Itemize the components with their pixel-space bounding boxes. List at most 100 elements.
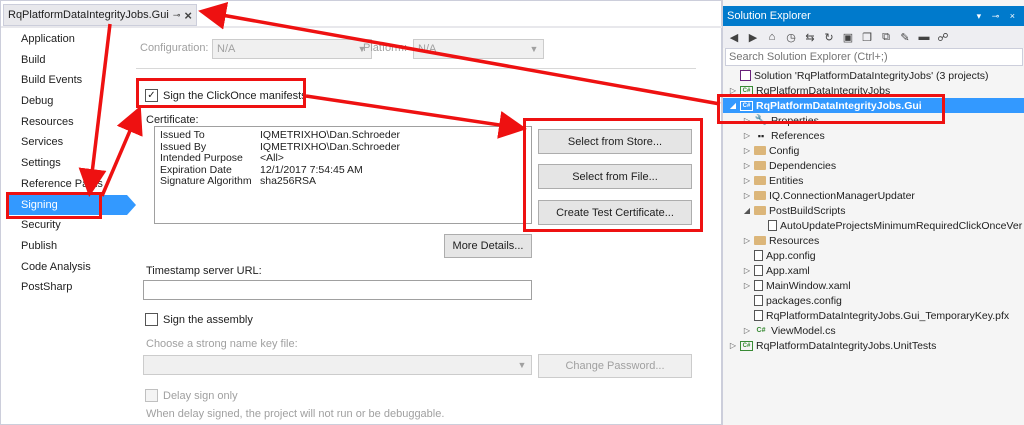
cert-value: sha256RSA xyxy=(260,175,317,187)
certificate-label: Certificate: xyxy=(146,114,199,126)
expander-icon[interactable]: ▷ xyxy=(743,116,751,125)
create-test-certificate-button[interactable]: Create Test Certificate... xyxy=(538,200,692,225)
timestamp-url-input[interactable] xyxy=(143,280,532,300)
nav-item-settings[interactable]: Settings xyxy=(7,153,127,174)
sign-manifests-checkbox[interactable]: ✓ xyxy=(145,89,158,102)
tree-item[interactable]: Solution 'RqPlatformDataIntegrityJobs' (… xyxy=(723,68,1024,83)
tree-item[interactable]: ▷ MainWindow.xaml xyxy=(723,278,1024,293)
delay-sign-row[interactable]: Delay sign only xyxy=(145,389,238,402)
expander-icon[interactable]: ▷ xyxy=(729,86,737,95)
expander-icon[interactable]: ▷ xyxy=(743,191,751,200)
tree-item-label: App.xaml xyxy=(766,264,810,277)
tree-item[interactable]: ▷ C# RqPlatformDataIntegrityJobs.UnitTests xyxy=(723,338,1024,353)
nav-item-services[interactable]: Services xyxy=(7,132,127,153)
document-tab[interactable]: RqPlatformDataIntegrityJobs.Gui ⊸ × xyxy=(3,4,197,26)
tree-item[interactable]: App.config xyxy=(723,248,1024,263)
class-diagram-icon[interactable]: ☍ xyxy=(936,30,950,44)
forward-icon[interactable]: ▶ xyxy=(746,30,760,44)
tree-item-label: Dependencies xyxy=(769,159,837,172)
tab-divider xyxy=(1,26,723,28)
more-details-button[interactable]: More Details... xyxy=(444,234,532,258)
nav-item-reference-paths[interactable]: Reference Paths xyxy=(7,174,127,195)
tree-item[interactable]: ◢ C# RqPlatformDataIntegrityJobs.Gui xyxy=(723,98,1024,113)
tree-item[interactable]: ▷ C# ViewModel.cs xyxy=(723,323,1024,338)
tree-item[interactable]: ▷ Dependencies xyxy=(723,158,1024,173)
expander-icon[interactable]: ▷ xyxy=(743,131,751,140)
sol-icon xyxy=(740,70,751,81)
folder-icon xyxy=(754,206,766,215)
copy-icon[interactable]: ⧉ xyxy=(879,30,893,44)
cert-key: Intended Purpose xyxy=(160,152,243,164)
nav-item-application[interactable]: Application xyxy=(7,29,127,50)
sign-manifests-label: Sign the ClickOnce manifests xyxy=(163,89,307,102)
nav-item-signing[interactable]: Signing xyxy=(7,194,136,216)
tree-item[interactable]: packages.config xyxy=(723,293,1024,308)
change-password-button[interactable]: Change Password... xyxy=(538,354,692,378)
history-icon[interactable]: ◷ xyxy=(784,30,798,44)
cert-key: Issued To xyxy=(160,129,205,141)
tree-item[interactable]: ▷ Entities xyxy=(723,173,1024,188)
proj-icon: C# xyxy=(740,100,753,111)
tree-item[interactable]: ▷ App.xaml xyxy=(723,263,1024,278)
sign-assembly-checkbox[interactable] xyxy=(145,313,158,326)
select-from-file-button[interactable]: Select from File... xyxy=(538,164,692,189)
folder-icon xyxy=(754,161,766,170)
tree-item[interactable]: ▷ Resources xyxy=(723,233,1024,248)
properties-wrench-icon[interactable]: ✎ xyxy=(898,30,912,44)
tree-item-label: Entities xyxy=(769,174,804,187)
tree-item-label: Resources xyxy=(769,234,820,247)
nav-item-security[interactable]: Security xyxy=(7,215,127,236)
sign-assembly-row[interactable]: Sign the assembly xyxy=(145,313,253,326)
expander-icon[interactable]: ▷ xyxy=(743,161,751,170)
expander-icon[interactable]: ▷ xyxy=(743,236,751,245)
tree-item[interactable]: RqPlatformDataIntegrityJobs.Gui_Temporar… xyxy=(723,308,1024,323)
expander-icon[interactable]: ▷ xyxy=(743,326,751,335)
refresh-icon[interactable]: ↻ xyxy=(822,30,836,44)
expander-icon[interactable]: ◢ xyxy=(743,206,751,215)
back-icon[interactable]: ◀ xyxy=(727,30,741,44)
expander-icon[interactable]: ▷ xyxy=(743,146,751,155)
nav-item-code-analysis[interactable]: Code Analysis xyxy=(7,257,127,278)
collapse-all-icon[interactable]: ▣ xyxy=(841,30,855,44)
expander-icon[interactable]: ▷ xyxy=(743,281,751,290)
solution-tree: Solution 'RqPlatformDataIntegrityJobs' (… xyxy=(723,68,1024,353)
sync-icon[interactable]: ⇆ xyxy=(803,30,817,44)
close-icon[interactable]: × xyxy=(184,8,192,23)
folder-icon xyxy=(754,146,766,155)
pin-icon[interactable]: ⊸ xyxy=(173,10,181,21)
nav-item-publish[interactable]: Publish xyxy=(7,236,127,257)
nav-item-build[interactable]: Build xyxy=(7,50,127,71)
solution-explorer-toolbar: ◀ ▶ ⌂ ◷ ⇆ ↻ ▣ ❐ ⧉ ✎ ▬ ☍ xyxy=(723,26,1024,48)
configuration-dropdown[interactable]: N/A ▼ xyxy=(212,39,372,59)
expander-icon[interactable]: ▷ xyxy=(743,176,751,185)
tree-item-label: RqPlatformDataIntegrityJobs.Gui_Temporar… xyxy=(766,309,1010,322)
nav-item-postsharp[interactable]: PostSharp xyxy=(7,277,127,298)
solution-search-input[interactable] xyxy=(725,48,1023,66)
expander-icon[interactable]: ▷ xyxy=(729,341,737,350)
tree-item[interactable]: ▷ C# RqPlatformDataIntegrityJobs xyxy=(723,83,1024,98)
home-icon[interactable]: ⌂ xyxy=(765,30,779,44)
tree-item[interactable]: AutoUpdateProjectsMinimumRequiredClickOn… xyxy=(723,218,1024,233)
nav-item-build-events[interactable]: Build Events xyxy=(7,70,127,91)
sign-manifests-row[interactable]: ✓ Sign the ClickOnce manifests xyxy=(145,89,307,102)
delay-sign-checkbox[interactable] xyxy=(145,389,158,402)
nav-item-debug[interactable]: Debug xyxy=(7,91,127,112)
platform-dropdown[interactable]: N/A ▼ xyxy=(413,39,544,59)
strong-name-key-dropdown[interactable]: ▼ xyxy=(143,355,532,375)
preview-icon[interactable]: ▬ xyxy=(917,30,931,44)
expander-icon[interactable]: ▷ xyxy=(743,266,751,275)
delay-sign-label: Delay sign only xyxy=(163,389,238,402)
select-from-store-button[interactable]: Select from Store... xyxy=(538,129,692,154)
tree-item[interactable]: ▷ ▪▪ References xyxy=(723,128,1024,143)
show-all-files-icon[interactable]: ❐ xyxy=(860,30,874,44)
tree-item[interactable]: ▷ Config xyxy=(723,143,1024,158)
tree-item[interactable]: ▷ IQ.ConnectionManagerUpdater xyxy=(723,188,1024,203)
tree-item[interactable]: ◢ PostBuildScripts xyxy=(723,203,1024,218)
window-controls[interactable]: ▾ ⊸ × xyxy=(977,11,1019,22)
nav-item-resources[interactable]: Resources xyxy=(7,112,127,133)
solution-explorer-title: Solution Explorer xyxy=(727,10,811,22)
expander-icon[interactable]: ◢ xyxy=(729,101,737,110)
file-icon xyxy=(754,310,763,321)
tree-item[interactable]: ▷ 🔧 Properties xyxy=(723,113,1024,128)
solution-explorer-titlebar: Solution Explorer ▾ ⊸ × xyxy=(723,6,1024,26)
